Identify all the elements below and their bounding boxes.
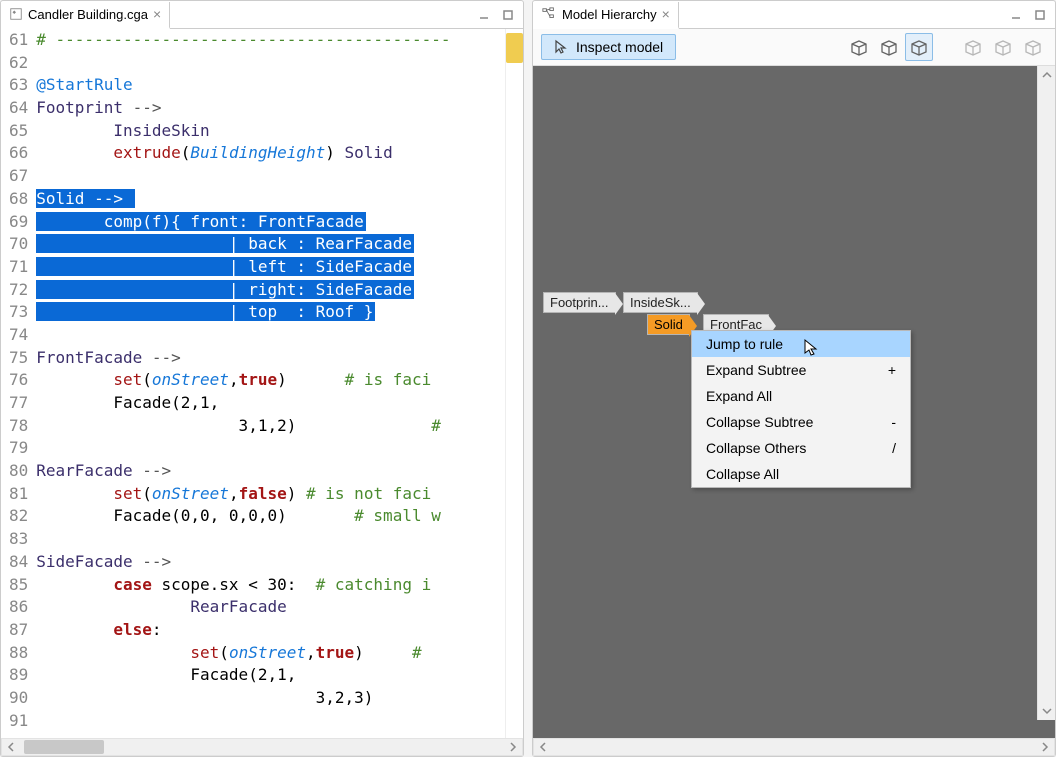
scroll-left-icon[interactable] bbox=[534, 739, 552, 755]
context-menu-accel: + bbox=[888, 362, 896, 378]
file-icon bbox=[9, 7, 23, 21]
scroll-right-icon[interactable] bbox=[1036, 739, 1054, 755]
context-menu-label: Jump to rule bbox=[706, 336, 783, 352]
hierarchy-icon bbox=[541, 7, 557, 21]
context-menu-item[interactable]: Expand Subtree + bbox=[692, 357, 910, 383]
tab-model-hierarchy[interactable]: Model Hierarchy × bbox=[533, 2, 679, 29]
editor-area[interactable]: 6162636465666768697071727374757677787980… bbox=[1, 29, 523, 738]
context-menu-label: Collapse Subtree bbox=[706, 414, 813, 430]
cube-icon bbox=[963, 38, 983, 56]
close-icon[interactable]: × bbox=[662, 6, 670, 22]
hierarchy-tabs: Model Hierarchy × bbox=[533, 1, 1055, 29]
shape-view-3-button[interactable] bbox=[905, 33, 933, 61]
minimize-button[interactable] bbox=[1007, 6, 1025, 24]
context-menu-label: Collapse Others bbox=[706, 440, 806, 456]
inspect-model-button[interactable]: Inspect model bbox=[541, 34, 676, 60]
tab-title: Candler Building.cga bbox=[28, 7, 148, 22]
tab-candler-cga[interactable]: Candler Building.cga × bbox=[1, 2, 170, 29]
inspect-label: Inspect model bbox=[576, 39, 663, 55]
cube-icon bbox=[1023, 38, 1043, 56]
scroll-left-icon[interactable] bbox=[2, 739, 20, 755]
line-gutter: 6162636465666768697071727374757677787980… bbox=[1, 29, 36, 738]
overview-ruler[interactable] bbox=[505, 29, 523, 738]
maximize-button[interactable] bbox=[499, 6, 517, 24]
code-content[interactable]: # --------------------------------------… bbox=[36, 29, 505, 738]
tab-title: Model Hierarchy bbox=[562, 7, 657, 22]
node-label: InsideSk... bbox=[630, 295, 691, 310]
maximize-button[interactable] bbox=[1031, 6, 1049, 24]
code-editor-panel: Candler Building.cga × 61626364656667686… bbox=[0, 0, 524, 757]
ruler-marker bbox=[506, 33, 523, 63]
context-menu: Jump to rule Expand Subtree + Expand All Col… bbox=[691, 330, 911, 488]
hierarchy-toolbar: Inspect model bbox=[533, 29, 1055, 66]
scroll-up-icon[interactable] bbox=[1038, 66, 1055, 84]
shape-view-1-button[interactable] bbox=[845, 33, 873, 61]
close-icon[interactable]: × bbox=[153, 6, 161, 22]
context-menu-item[interactable]: Collapse Others / bbox=[692, 435, 910, 461]
context-menu-label: Expand All bbox=[706, 388, 772, 404]
context-menu-item[interactable]: Jump to rule bbox=[692, 331, 910, 357]
node-insideskin[interactable]: InsideSk... bbox=[623, 292, 698, 313]
shape-view-4-button[interactable] bbox=[959, 33, 987, 61]
horizontal-scrollbar[interactable] bbox=[533, 738, 1055, 756]
node-label: Footprin... bbox=[550, 295, 609, 310]
view-mode-group-2 bbox=[959, 33, 1047, 61]
context-menu-item[interactable]: Collapse Subtree - bbox=[692, 409, 910, 435]
context-menu-label: Expand Subtree bbox=[706, 362, 806, 378]
cube-icon bbox=[879, 38, 899, 56]
node-footprint[interactable]: Footprin... bbox=[543, 292, 616, 313]
node-label: Solid bbox=[654, 317, 683, 332]
vertical-scrollbar[interactable] bbox=[1037, 66, 1055, 720]
shape-view-2-button[interactable] bbox=[875, 33, 903, 61]
context-menu-item[interactable]: Expand All bbox=[692, 383, 910, 409]
context-menu-accel: / bbox=[892, 440, 896, 456]
context-menu-accel: - bbox=[891, 414, 896, 430]
scroll-down-icon[interactable] bbox=[1038, 702, 1055, 720]
minimize-button[interactable] bbox=[475, 6, 493, 24]
view-mode-group-1 bbox=[845, 33, 933, 61]
window-controls bbox=[1001, 6, 1055, 24]
editor-tabs: Candler Building.cga × bbox=[1, 1, 523, 29]
cursor-icon bbox=[554, 39, 570, 55]
cube-icon bbox=[993, 38, 1013, 56]
node-solid[interactable]: Solid bbox=[647, 314, 690, 335]
scroll-right-icon[interactable] bbox=[504, 739, 522, 755]
context-menu-item[interactable]: Collapse All bbox=[692, 461, 910, 487]
hierarchy-canvas[interactable]: Footprin... InsideSk... Solid FrontFac J… bbox=[533, 66, 1055, 738]
cube-icon bbox=[909, 38, 929, 56]
model-hierarchy-panel: Model Hierarchy × Inspect model Footprin… bbox=[532, 0, 1056, 757]
shape-view-6-button[interactable] bbox=[1019, 33, 1047, 61]
shape-view-5-button[interactable] bbox=[989, 33, 1017, 61]
context-menu-label: Collapse All bbox=[706, 466, 779, 482]
cube-icon bbox=[849, 38, 869, 56]
window-controls bbox=[469, 6, 523, 24]
horizontal-scrollbar[interactable] bbox=[1, 738, 523, 756]
scrollbar-thumb[interactable] bbox=[24, 740, 104, 754]
code-viewport[interactable]: 6162636465666768697071727374757677787980… bbox=[1, 29, 505, 738]
